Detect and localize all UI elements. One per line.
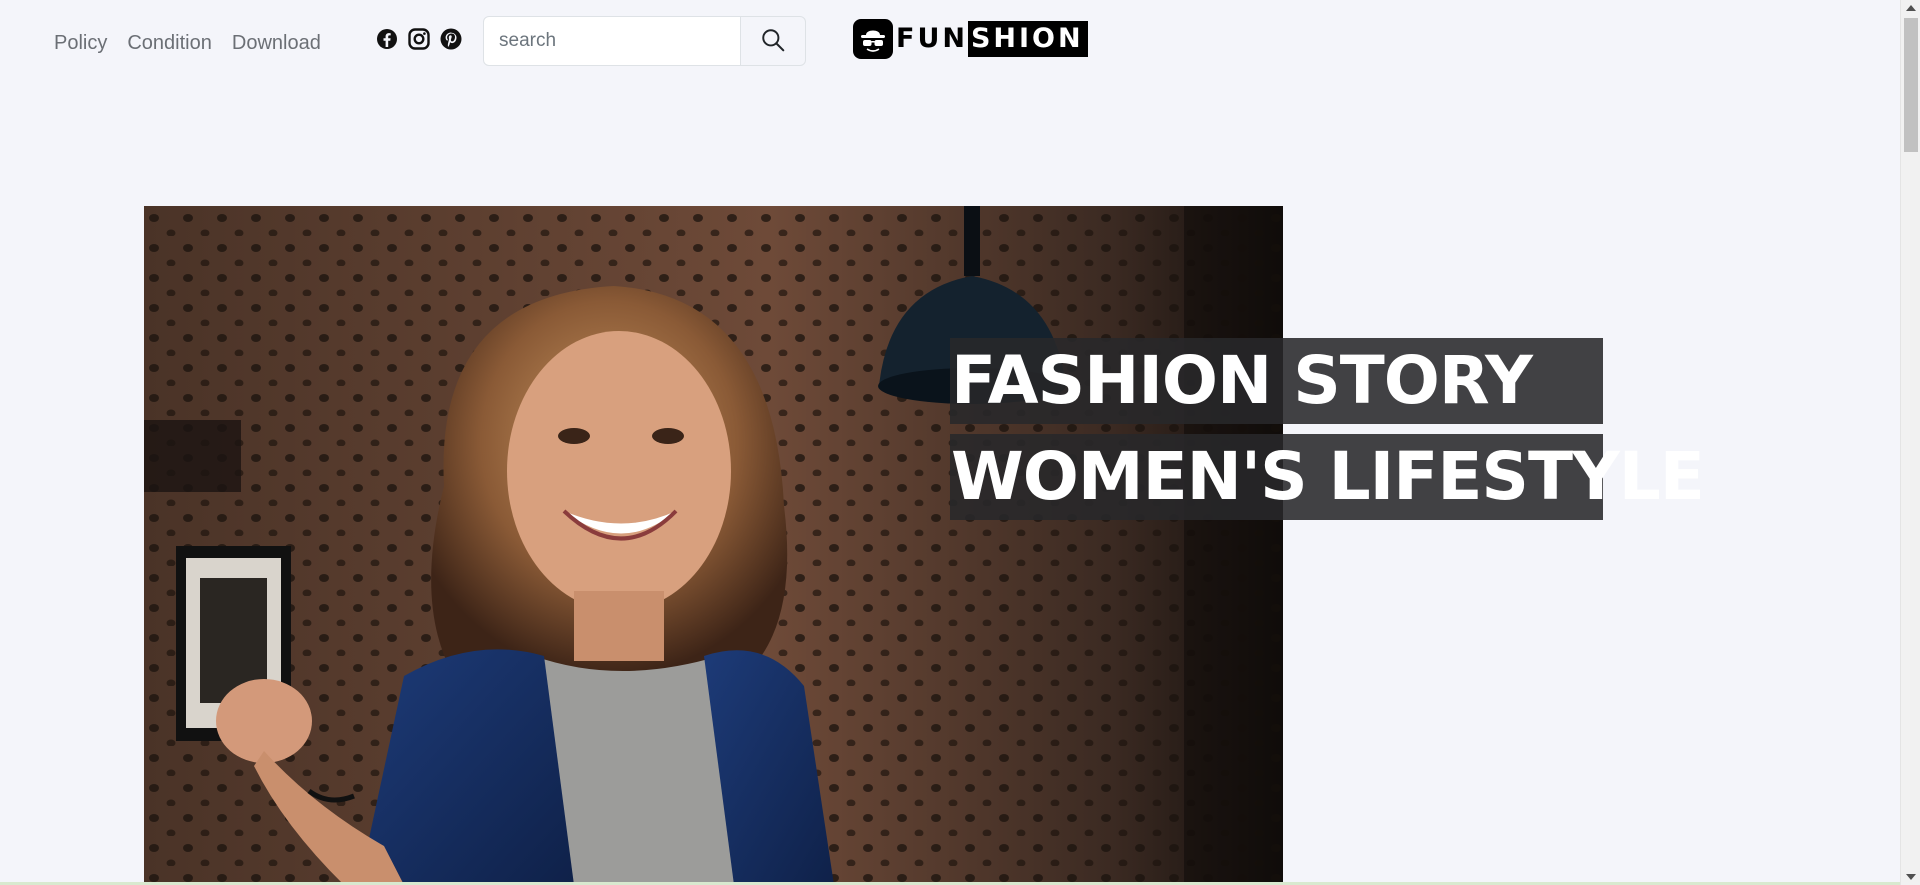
search-button[interactable]: [741, 16, 806, 66]
headline-line-2: WOMEN'S LIFESTYLE: [950, 434, 1705, 520]
facebook-icon[interactable]: [375, 27, 399, 51]
vertical-scrollbar[interactable]: [1900, 0, 1920, 885]
logo-text-shion: SHION: [967, 21, 1088, 57]
nav-link-download[interactable]: Download: [232, 28, 321, 58]
nav-link-condition[interactable]: Condition: [127, 28, 212, 58]
hat-sunglasses-icon: [853, 19, 893, 59]
scroll-down-arrow-icon[interactable]: [1906, 874, 1916, 880]
brand-logo[interactable]: FUN SHION: [853, 19, 1088, 59]
headline-line-1: FASHION STORY: [950, 338, 1603, 424]
instagram-icon[interactable]: [407, 27, 431, 51]
nav-link-policy[interactable]: Policy: [54, 28, 107, 58]
social-links: [375, 27, 463, 51]
search-icon: [760, 27, 786, 56]
scrollbar-thumb[interactable]: [1904, 18, 1918, 152]
hero-image: [144, 206, 1283, 885]
search-group: [483, 16, 806, 66]
pinterest-icon[interactable]: [439, 27, 463, 51]
scroll-up-arrow-icon[interactable]: [1906, 5, 1916, 11]
search-input[interactable]: [483, 16, 741, 66]
logo-text-fun: FUN: [896, 23, 968, 54]
top-nav: Policy Condition Download: [54, 28, 321, 58]
hero-headline: FASHION STORY WOMEN'S LIFESTYLE: [950, 338, 1705, 530]
page: Policy Condition Download search FUN SHI…: [0, 0, 1920, 885]
